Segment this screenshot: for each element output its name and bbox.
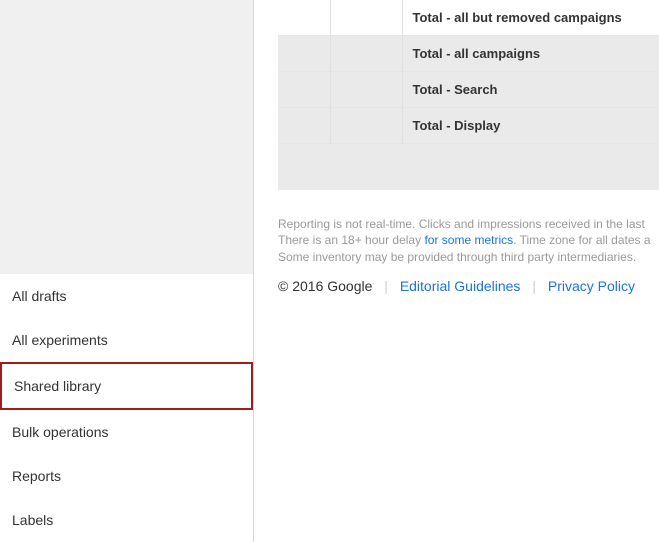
table-cell-empty (278, 36, 330, 72)
table-cell-empty (278, 0, 330, 36)
sidebar-item-reports[interactable]: Reports (0, 454, 253, 498)
sidebar-item-labels[interactable]: Labels (0, 498, 253, 542)
sidebar-nav: All drafts All experiments Shared librar… (0, 274, 253, 542)
table-cell-empty (278, 108, 330, 144)
main-content: Total - all but removed campaigns Total … (254, 0, 659, 542)
footer-copyright: © 2016 Google (278, 278, 372, 294)
table-row: Total - all but removed campaigns (278, 0, 659, 36)
app-container: All drafts All experiments Shared librar… (0, 0, 659, 542)
table-cell-label: Total - Search (402, 72, 659, 108)
sidebar: All drafts All experiments Shared librar… (0, 0, 254, 542)
disclaimer-part: . Time zone for all dates a (513, 233, 650, 247)
footer-link-editorial[interactable]: Editorial Guidelines (400, 278, 521, 294)
footer-separator: | (384, 278, 388, 294)
disclaimer-text: Reporting is not real-time. Clicks and i… (278, 216, 659, 266)
totals-table: Total - all but removed campaigns Total … (278, 0, 659, 190)
table-cell-empty (330, 0, 402, 36)
footer-separator: | (532, 278, 536, 294)
sidebar-item-all-drafts[interactable]: All drafts (0, 274, 253, 318)
table-cell-empty (330, 72, 402, 108)
footer-link-privacy[interactable]: Privacy Policy (548, 278, 635, 294)
table-row: Total - Display (278, 108, 659, 144)
sidebar-item-all-experiments[interactable]: All experiments (0, 318, 253, 362)
table-cell-empty (278, 72, 330, 108)
table-row: Total - Search (278, 72, 659, 108)
table-cell-empty (278, 144, 659, 190)
disclaimer-link[interactable]: for some metrics (424, 233, 513, 247)
disclaimer-part: There is an 18+ hour delay (278, 233, 424, 247)
disclaimer-part: Reporting is not real-time. Clicks and i… (278, 217, 645, 231)
table-cell-label: Total - Display (402, 108, 659, 144)
totals-table-wrap: Total - all but removed campaigns Total … (278, 0, 659, 190)
table-cell-empty (330, 108, 402, 144)
footer: © 2016 Google | Editorial Guidelines | P… (278, 278, 659, 294)
table-cell-empty (330, 36, 402, 72)
table-row: Total - all campaigns (278, 36, 659, 72)
disclaimer-part: Some inventory may be provided through t… (278, 250, 636, 264)
sidebar-item-shared-library[interactable]: Shared library (0, 362, 253, 410)
table-row-empty (278, 144, 659, 190)
table-cell-label: Total - all but removed campaigns (402, 0, 659, 36)
sidebar-item-bulk-operations[interactable]: Bulk operations (0, 410, 253, 454)
table-cell-label: Total - all campaigns (402, 36, 659, 72)
